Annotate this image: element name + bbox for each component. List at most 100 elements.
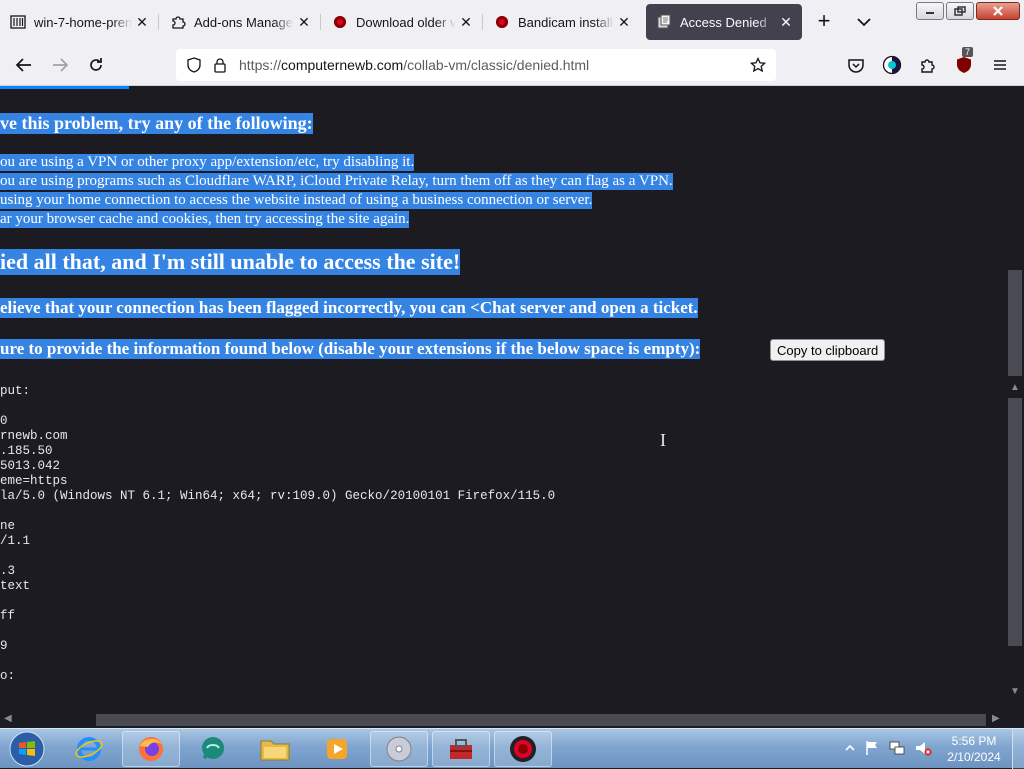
puzzle-icon bbox=[170, 14, 186, 30]
restore-button[interactable] bbox=[946, 2, 974, 20]
taskbar-bandicam[interactable] bbox=[494, 731, 552, 767]
vertical-scrollbar[interactable]: ▲ ▼ bbox=[1006, 86, 1024, 712]
scroll-down-arrow-icon[interactable]: ▼ bbox=[1010, 686, 1020, 697]
action-center-flag-icon[interactable] bbox=[864, 739, 880, 762]
text-cursor-icon: I bbox=[660, 430, 666, 450]
url-path: /collab-vm/classic/denied.html bbox=[403, 57, 590, 73]
tab-bandicam[interactable]: Bandicam installati ✕ bbox=[484, 4, 640, 40]
clock-time: 5:56 PM bbox=[951, 734, 997, 748]
close-tab-icon[interactable]: ✕ bbox=[132, 12, 152, 32]
taskbar-toolbox[interactable] bbox=[432, 731, 490, 767]
reload-button[interactable] bbox=[84, 53, 108, 77]
lock-icon bbox=[214, 58, 226, 73]
network-icon[interactable] bbox=[888, 739, 906, 762]
show-desktop-button[interactable] bbox=[1012, 729, 1024, 769]
tab-strip: win-7-home-prem- ✕ Add-ons Manager ✕ Dow… bbox=[0, 0, 1024, 44]
url-bar[interactable]: https://computernewb.com/collab-vm/class… bbox=[176, 49, 776, 81]
show-hidden-icons-icon[interactable] bbox=[844, 741, 856, 759]
copy-to-clipboard-button[interactable]: Copy to clipboard bbox=[770, 339, 886, 361]
chevron-down-icon bbox=[857, 18, 871, 27]
internet-explorer-icon bbox=[75, 737, 103, 761]
loading-progress-bar bbox=[0, 86, 129, 89]
extensions-badge: 7 bbox=[962, 47, 974, 57]
firefox-account-icon bbox=[882, 55, 902, 75]
volume-muted-icon[interactable] bbox=[914, 739, 932, 762]
tab-addons-manager[interactable]: Add-ons Manager ✕ bbox=[160, 4, 320, 40]
hamburger-menu-icon bbox=[994, 60, 1006, 70]
tab-label: Add-ons Manager bbox=[194, 14, 294, 30]
document-icon bbox=[10, 14, 26, 30]
taskbar-internet-explorer[interactable] bbox=[60, 731, 118, 767]
tab-download-older[interactable]: Download older ve ✕ bbox=[322, 4, 482, 40]
close-icon bbox=[993, 6, 1003, 16]
bandicam-icon bbox=[510, 736, 536, 762]
output-line: 0 bbox=[0, 414, 8, 428]
arrow-left-icon bbox=[15, 58, 31, 72]
dvd-maker-icon bbox=[386, 736, 412, 762]
shield-icon bbox=[187, 57, 201, 73]
account-button[interactable] bbox=[880, 53, 904, 77]
close-tab-icon[interactable]: ✕ bbox=[614, 12, 634, 32]
file-explorer-icon bbox=[260, 740, 290, 761]
windows-orb-icon bbox=[9, 731, 45, 767]
output-line: eme=https bbox=[0, 474, 68, 488]
output-line: ff bbox=[0, 609, 16, 623]
taskbar-file-explorer[interactable] bbox=[246, 731, 304, 767]
heading-solve-problem: ve this problem, try any of the followin… bbox=[0, 113, 313, 134]
puzzle-icon bbox=[921, 59, 935, 73]
close-tab-icon[interactable]: ✕ bbox=[776, 12, 796, 32]
forward-button[interactable] bbox=[48, 53, 72, 77]
close-window-button[interactable] bbox=[976, 2, 1020, 20]
output-line: .185.50 bbox=[0, 444, 53, 458]
taskbar-firefox[interactable] bbox=[122, 731, 180, 767]
extensions-button[interactable] bbox=[916, 53, 940, 77]
tab-label: Bandicam installati bbox=[518, 14, 614, 30]
restore-icon bbox=[954, 6, 966, 16]
scroll-right-arrow-icon[interactable]: ▶ bbox=[992, 713, 1000, 724]
pocket-button[interactable] bbox=[844, 53, 868, 77]
scrollbar-thumb[interactable] bbox=[1008, 398, 1022, 646]
taskbar-clock[interactable]: 5:56 PM 2/10/2024 bbox=[944, 733, 1004, 765]
toolbox-icon bbox=[450, 739, 472, 759]
close-tab-icon[interactable]: ✕ bbox=[456, 12, 476, 32]
output-line: 9 bbox=[0, 639, 8, 653]
tab-label: Download older ve bbox=[356, 14, 456, 30]
record-icon bbox=[332, 14, 348, 30]
start-button[interactable] bbox=[4, 730, 50, 768]
app-menu-button[interactable] bbox=[988, 53, 1012, 77]
tab-label: Access Denied bbox=[680, 14, 767, 30]
list-item: ou are using a VPN or other proxy app/ex… bbox=[0, 154, 415, 171]
firefox-icon bbox=[139, 737, 163, 761]
flagged-incorrectly-text[interactable]: elieve that your connection has been fla… bbox=[0, 298, 698, 318]
close-tab-icon[interactable]: ✕ bbox=[294, 12, 314, 32]
taskbar-chat-app[interactable] bbox=[184, 731, 242, 767]
window-controls bbox=[916, 2, 1020, 20]
back-button[interactable] bbox=[12, 53, 36, 77]
scrollbar-thumb-upper[interactable] bbox=[1008, 270, 1022, 376]
output-line: ne bbox=[0, 519, 16, 533]
minimize-icon bbox=[926, 12, 934, 14]
scroll-corner bbox=[1006, 712, 1024, 728]
clock-date: 2/10/2024 bbox=[947, 750, 1001, 764]
taskbar-media-player[interactable] bbox=[308, 731, 366, 767]
tab-access-denied[interactable]: Access Denied ✕ bbox=[646, 4, 802, 40]
taskbar-dvd-maker[interactable] bbox=[370, 731, 428, 767]
ublock-button[interactable]: 7 bbox=[952, 47, 976, 77]
page-content: ve this problem, try any of the followin… bbox=[0, 86, 1006, 712]
page-icon bbox=[656, 14, 672, 30]
horizontal-scrollbar[interactable]: ◀ ▶ bbox=[0, 712, 1006, 728]
output-line: put: bbox=[0, 384, 31, 398]
scroll-left-arrow-icon[interactable]: ◀ bbox=[4, 713, 12, 724]
scroll-up-arrow-icon[interactable]: ▲ bbox=[1010, 382, 1020, 393]
reload-icon bbox=[90, 58, 102, 71]
horizontal-scrollbar-thumb[interactable] bbox=[96, 714, 986, 726]
output-line: rnewb.com bbox=[0, 429, 68, 443]
list-all-tabs-button[interactable] bbox=[852, 10, 876, 34]
minimize-button[interactable] bbox=[916, 2, 944, 20]
url-scheme: https:// bbox=[239, 57, 282, 73]
list-item: ou are using programs such as Cloudflare… bbox=[0, 173, 673, 190]
new-tab-button[interactable]: + bbox=[812, 10, 836, 34]
tab-win7[interactable]: win-7-home-prem- ✕ bbox=[0, 4, 158, 40]
output-line: o: bbox=[0, 669, 16, 683]
list-item: ar your browser cache and cookies, then … bbox=[0, 211, 410, 228]
